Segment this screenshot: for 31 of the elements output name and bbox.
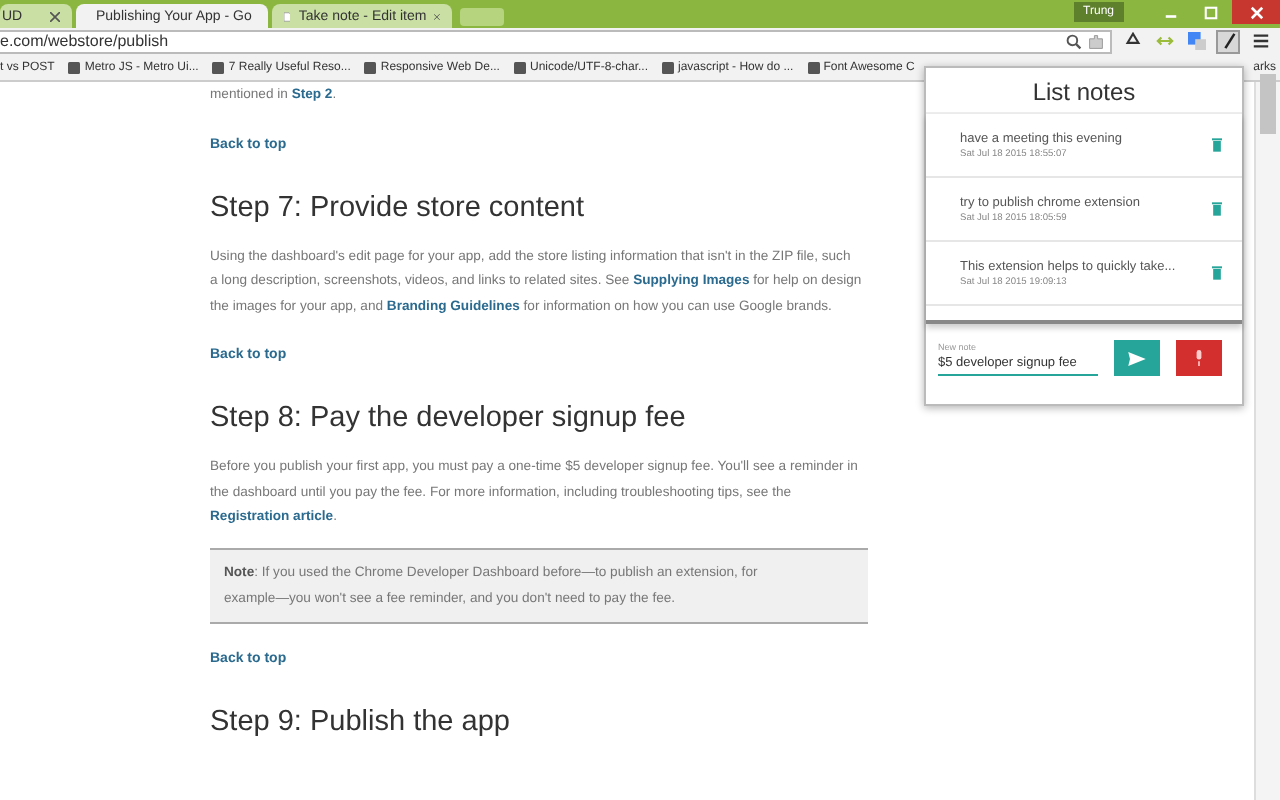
favicon-icon [513,61,526,73]
arrows-icon[interactable] [1155,32,1173,50]
trash-icon[interactable] [1212,202,1222,216]
trash-icon[interactable] [1212,138,1222,152]
section-heading: Step 9: Publish the app [210,705,510,737]
microphone-icon [1194,350,1204,366]
scrollbar-thumb[interactable] [1260,74,1276,134]
address-text: e.com/webstore/publish [0,32,169,50]
close-button[interactable] [1232,0,1280,24]
trash-icon[interactable] [1212,266,1222,280]
menu-icon[interactable] [1251,32,1269,50]
close-icon [1249,5,1263,19]
favicon-icon [662,61,675,73]
send-icon [1128,351,1146,365]
pen-icon[interactable] [1219,32,1237,50]
maximize-icon [1203,5,1217,19]
section-heading: Step 7: Provide store content [210,191,584,223]
favicon-icon [212,61,225,73]
address-bar[interactable]: e.com/webstore/publish [0,29,1112,53]
translate-icon[interactable] [1187,32,1205,50]
favicon-icon [68,61,81,73]
zoom-icon[interactable] [1066,33,1082,49]
microphone-button[interactable] [1176,340,1222,376]
section-heading: Step 8: Pay the developer signup fee [210,402,686,434]
favicon-icon [807,61,820,73]
page-icon [284,9,291,23]
close-icon[interactable] [50,11,60,21]
send-button[interactable] [1114,340,1160,376]
close-icon[interactable] [434,11,440,21]
favicon-icon [364,61,377,73]
popup-title: List notes [926,68,1242,114]
